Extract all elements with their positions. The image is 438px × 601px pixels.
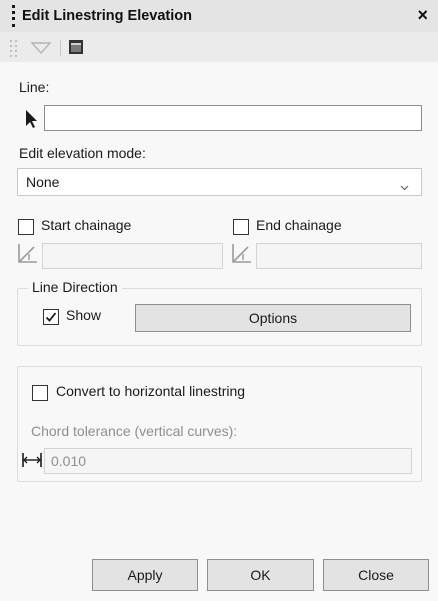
horizontal-width-icon[interactable]	[21, 449, 43, 471]
chord-tolerance-label: Chord tolerance (vertical curves):	[31, 423, 238, 439]
start-chainage-slope-icon[interactable]	[17, 242, 39, 264]
ok-button[interactable]: OK	[207, 559, 314, 591]
grip-dots-icon[interactable]	[10, 40, 20, 57]
close-icon[interactable]: ×	[417, 5, 428, 25]
end-chainage-input[interactable]	[256, 243, 422, 269]
start-chainage-input[interactable]	[42, 243, 223, 269]
show-direction-checkbox[interactable]	[43, 309, 59, 325]
line-direction-legend: Line Direction	[28, 279, 122, 295]
elevation-mode-value: None	[26, 174, 60, 190]
pointer-arrow-icon[interactable]	[21, 108, 43, 130]
options-button[interactable]: Options	[135, 304, 411, 332]
close-button[interactable]: Close	[323, 559, 429, 591]
edit-linestring-elevation-panel: Edit Linestring Elevation × Line: Edit e…	[0, 0, 438, 601]
elevation-mode-select[interactable]: None	[17, 168, 422, 196]
toolbar	[0, 32, 438, 62]
convert-horizontal-label: Convert to horizontal linestring	[56, 383, 246, 399]
show-direction-label: Show	[66, 307, 102, 323]
convert-horizontal-checkbox[interactable]	[32, 385, 48, 401]
end-chainage-label: End chainage	[256, 217, 342, 233]
apply-button[interactable]: Apply	[92, 559, 198, 591]
grip-handle-icon[interactable]	[12, 5, 15, 27]
chevron-down-icon	[400, 178, 409, 194]
elevation-mode-label: Edit elevation mode:	[19, 145, 146, 161]
start-chainage-label: Start chainage	[41, 217, 132, 233]
chord-tolerance-input[interactable]	[44, 448, 412, 474]
window-title: Edit Linestring Elevation	[22, 8, 192, 24]
checkmark-icon	[45, 312, 57, 322]
title-bar[interactable]: Edit Linestring Elevation ×	[0, 0, 438, 32]
filter-funnel-icon[interactable]	[30, 40, 52, 56]
start-chainage-checkbox[interactable]	[18, 219, 34, 235]
end-chainage-checkbox[interactable]	[233, 219, 249, 235]
content-area: Line: Edit elevation mode: None Start ch…	[0, 62, 438, 601]
end-chainage-slope-icon[interactable]	[231, 242, 253, 264]
line-label: Line:	[19, 79, 50, 95]
toolbar-separator	[60, 40, 61, 56]
panel-icon[interactable]	[68, 39, 84, 55]
line-input[interactable]	[44, 105, 422, 131]
